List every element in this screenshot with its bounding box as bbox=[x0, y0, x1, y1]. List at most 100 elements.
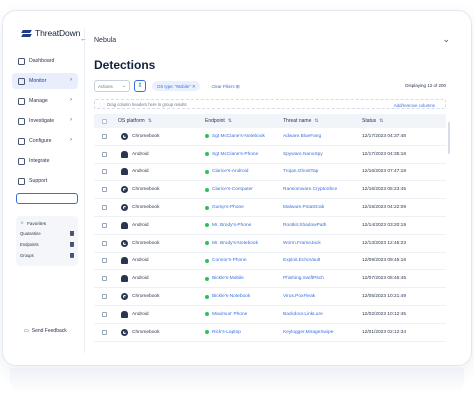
row-checkbox[interactable] bbox=[102, 294, 107, 300]
row-select-cell bbox=[94, 205, 118, 211]
row-checkbox[interactable] bbox=[102, 222, 107, 228]
add-remove-columns-link[interactable]: Add/remove columns bbox=[394, 103, 435, 108]
endpoint-link[interactable]: Clarice's-Android bbox=[212, 169, 248, 174]
column-label: OS platform bbox=[118, 118, 145, 124]
select-all-checkbox[interactable] bbox=[102, 118, 107, 124]
threat-link[interactable]: Trojan.GhostTap bbox=[283, 169, 362, 174]
endpoint-link[interactable]: Mr. Brody's-Phone bbox=[212, 223, 251, 228]
column-header-threat[interactable]: Threat name ⇅ bbox=[283, 118, 362, 124]
os-name: Android bbox=[132, 276, 149, 282]
endpoint-link[interactable]: Sgt McClane's-Notebook bbox=[212, 134, 265, 139]
sidebar-item-dashboard[interactable]: Dashboard bbox=[12, 53, 78, 69]
sort-icon[interactable]: ⇅ bbox=[379, 118, 383, 124]
sort-icon[interactable]: ⇅ bbox=[148, 118, 152, 124]
displaying-count: Displaying 12 of 200 bbox=[405, 83, 446, 88]
endpoint-link[interactable]: Gump's-Phone bbox=[212, 205, 244, 210]
column-header-status[interactable]: Status ⇅ bbox=[362, 118, 446, 124]
table-row[interactable]: Android Bickle's-Mobile Phishing.SwiftPitc… bbox=[94, 270, 446, 289]
column-header-os[interactable]: OS platform ⇅ bbox=[118, 118, 205, 124]
sort-icon[interactable]: ⇅ bbox=[314, 118, 318, 124]
endpoint-link[interactable]: Bickle's-Mobile bbox=[212, 276, 244, 281]
threat-link[interactable]: Phishing.SwiftPitch bbox=[283, 276, 362, 281]
send-feedback-button[interactable]: ▭ Send Feedback bbox=[24, 328, 67, 334]
table-row[interactable]: Chromebook Bickle's-Notebook Virus.PoxFlea… bbox=[94, 288, 446, 306]
endpoint-link[interactable]: Mr. Brody's-Notebook bbox=[212, 241, 258, 246]
row-checkbox[interactable] bbox=[102, 133, 107, 139]
threat-link[interactable]: Worm.FrameJack bbox=[283, 241, 362, 246]
row-checkbox[interactable] bbox=[102, 240, 107, 246]
sidebar-item-monitor[interactable]: Monitor › bbox=[12, 73, 78, 89]
endpoint-cell: Mr. Brody's-Notebook bbox=[205, 241, 283, 246]
investigate-icon bbox=[18, 117, 25, 125]
table-row[interactable]: Chromebook Rick's-Laptop Keylogger.MirageS… bbox=[94, 324, 446, 342]
arrow-left-icon[interactable]: ← bbox=[80, 36, 87, 43]
status-cell: 12/13/2023 12:45:23 bbox=[362, 240, 407, 246]
favorite-item-quarantine[interactable]: Quarantine bbox=[20, 231, 74, 236]
table-row[interactable]: Android Maximus' Phone Backdoor.LinkLure 12… bbox=[94, 306, 446, 324]
status-cell: 12/07/2023 05:46:45 bbox=[362, 276, 407, 282]
filter-icon[interactable]: ⇕ bbox=[134, 80, 146, 92]
sidebar-item-integrate[interactable]: Integrate bbox=[12, 153, 78, 169]
row-checkbox[interactable] bbox=[102, 258, 107, 264]
table-row[interactable]: Android Sgt McClane's-Phone Spyware.NanoSp… bbox=[94, 146, 446, 164]
row-checkbox[interactable] bbox=[102, 329, 107, 335]
sidebar-item-support[interactable]: Support bbox=[12, 173, 78, 189]
row-checkbox[interactable] bbox=[102, 187, 107, 193]
sidebar-item-label: Manage bbox=[29, 98, 48, 104]
trash-icon[interactable] bbox=[70, 242, 74, 247]
table-row[interactable]: Chromebook Clarice's-Computer Ransomware.C… bbox=[94, 181, 446, 200]
endpoint-link[interactable]: Bickle's-Notebook bbox=[212, 294, 250, 299]
threat-link[interactable]: Spyware.NanoSpy bbox=[283, 152, 362, 157]
table-row[interactable]: Chromebook Sgt McClane's-Notebook Adware.B… bbox=[94, 128, 446, 146]
threat-link[interactable]: Exploit.EchoVault bbox=[283, 258, 362, 263]
column-header-endpoint[interactable]: Endpoint ⇅ bbox=[205, 118, 283, 124]
os-cell: Chromebook bbox=[118, 204, 205, 212]
status-cell: 12/14/2023 03:20:19 bbox=[362, 222, 407, 228]
clear-filters-button[interactable]: Clear Filters ⊞ bbox=[206, 81, 244, 91]
threat-link[interactable]: Keylogger.MirageSwipe bbox=[283, 330, 362, 335]
threat-link[interactable]: Virus.PoxFleak bbox=[283, 294, 362, 299]
threat-link[interactable]: Rootkit.ShadowPath bbox=[283, 223, 362, 228]
close-icon[interactable]: ✕ bbox=[192, 84, 196, 89]
table-row[interactable]: Chromebook Gump's-Phone Malware.PotatGrab 1… bbox=[94, 199, 446, 217]
sidebar-search-input[interactable] bbox=[16, 193, 78, 204]
row-checkbox[interactable] bbox=[102, 169, 107, 175]
sidebar-nav: Dashboard Monitor › Manage › Investigate › Conf… bbox=[10, 53, 82, 189]
trash-icon[interactable] bbox=[70, 253, 74, 258]
endpoint-link[interactable]: Connor's-Phone bbox=[212, 258, 247, 263]
integrate-icon bbox=[18, 157, 25, 165]
online-status-icon bbox=[205, 258, 209, 263]
table-row[interactable]: Android Clarice's-Android Trojan.GhostTap 1… bbox=[94, 164, 446, 182]
endpoint-link[interactable]: Sgt McClane's-Phone bbox=[212, 152, 258, 157]
sidebar-item-investigate[interactable]: Investigate › bbox=[12, 113, 78, 129]
sidebar-item-configure[interactable]: Configure › bbox=[12, 133, 78, 149]
table-row[interactable]: Android Mr. Brody's-Phone Rootkit.ShadowPa… bbox=[94, 217, 446, 235]
threat-link[interactable]: Adware.BlueFang bbox=[283, 134, 362, 139]
os-type-filter-chip[interactable]: OS type: "Mobile" ✕ bbox=[152, 81, 201, 91]
endpoint-link[interactable]: Maximus' Phone bbox=[212, 312, 247, 317]
sort-icon[interactable]: ⇅ bbox=[228, 118, 232, 124]
endpoint-link[interactable]: Clarice's-Computer bbox=[212, 187, 253, 192]
chrome-icon bbox=[121, 186, 128, 194]
row-checkbox[interactable] bbox=[102, 151, 107, 157]
threat-link[interactable]: Ransomware.CryptoSlice bbox=[283, 187, 362, 192]
trash-icon[interactable] bbox=[70, 231, 74, 236]
star-icon: ☆ bbox=[20, 220, 25, 225]
favorite-item-endpoints[interactable]: Endpoints bbox=[20, 242, 74, 247]
scrollbar[interactable] bbox=[448, 122, 450, 154]
threat-link[interactable]: Backdoor.LinkLure bbox=[283, 312, 362, 317]
threat-link[interactable]: Malware.PotatGrab bbox=[283, 205, 362, 210]
row-checkbox[interactable] bbox=[102, 205, 107, 211]
chevron-down-icon[interactable]: ⌄ bbox=[442, 34, 450, 45]
row-checkbox[interactable] bbox=[102, 311, 107, 317]
group-drop-zone[interactable]: ⋮⋮ Drag column headers here to group res… bbox=[94, 99, 446, 109]
sidebar-item-manage[interactable]: Manage › bbox=[12, 93, 78, 109]
favorite-item-groups[interactable]: Groups bbox=[20, 253, 74, 258]
table-row[interactable]: Android Connor's-Phone Exploit.EchoVault 12… bbox=[94, 253, 446, 271]
table-row[interactable]: Chromebook Mr. Brody's-Notebook Worm.Frame… bbox=[94, 235, 446, 253]
endpoint-link[interactable]: Rick's-Laptop bbox=[212, 330, 241, 335]
actions-dropdown[interactable]: Actions ⌄ bbox=[94, 80, 130, 92]
endpoint-cell: Rick's-Laptop bbox=[205, 330, 283, 335]
row-checkbox[interactable] bbox=[102, 276, 107, 282]
os-name: Chromebook bbox=[132, 133, 160, 139]
